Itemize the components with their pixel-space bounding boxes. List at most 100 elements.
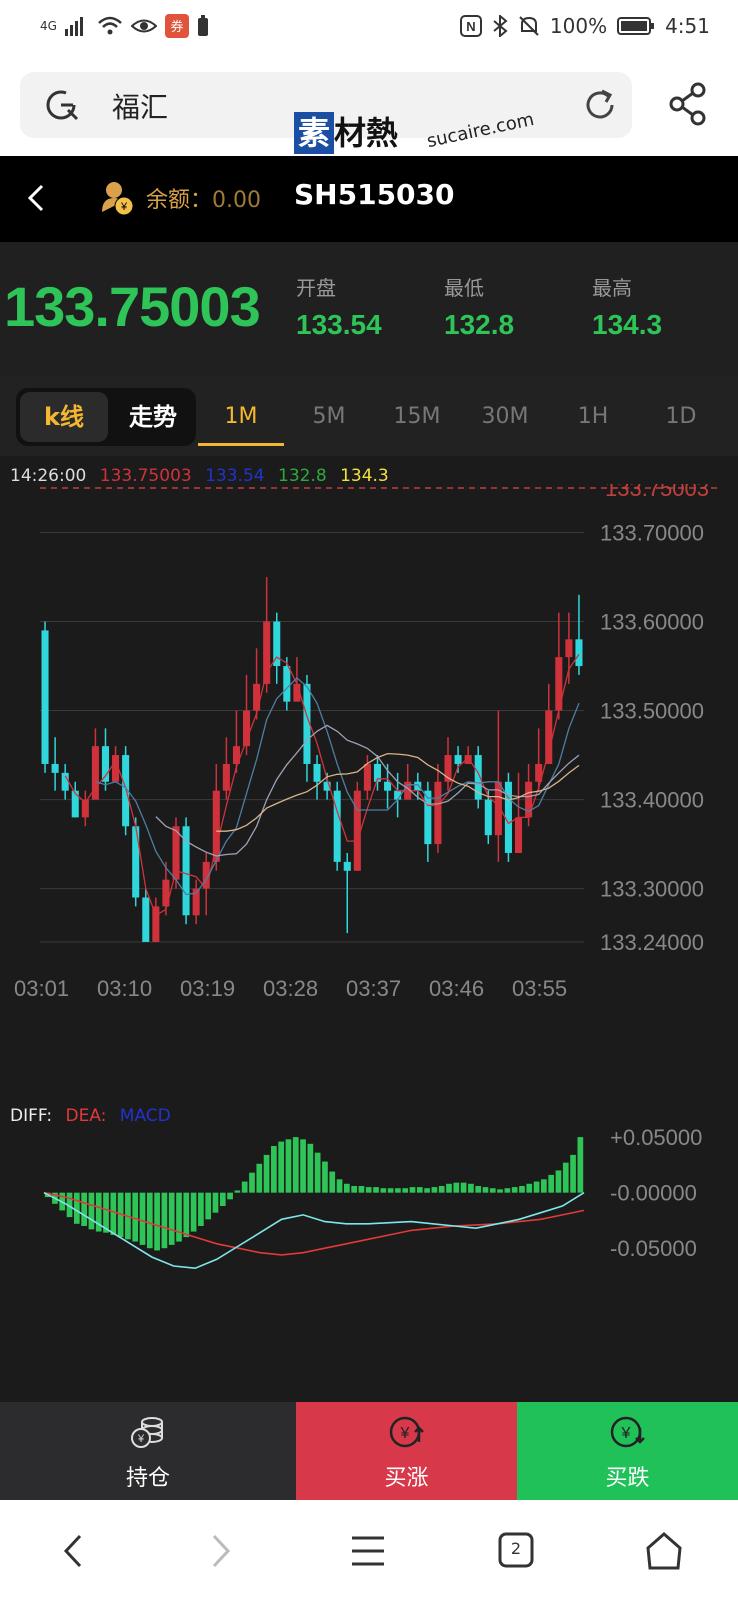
nav-forward-icon[interactable]: [198, 1530, 242, 1572]
macd-bar: [489, 1188, 496, 1193]
nfc-icon: N: [459, 15, 482, 37]
buy-up-button[interactable]: ¥ 买涨: [296, 1402, 517, 1500]
signal-icon: [64, 17, 83, 36]
macd-bar: [183, 1192, 190, 1238]
menu-icon[interactable]: [346, 1530, 390, 1572]
tab-1m[interactable]: 1M: [198, 388, 284, 446]
candle-body: [353, 790, 361, 871]
macd-bar: [577, 1137, 584, 1193]
candle-body: [152, 906, 160, 942]
macd-bar: [285, 1139, 292, 1193]
tab-1d[interactable]: 1D: [638, 388, 724, 446]
macd-bar: [176, 1192, 182, 1242]
candle-body: [142, 897, 150, 942]
macd-bar: [570, 1154, 576, 1193]
watermark-box: 素: [294, 112, 335, 154]
yen-down-icon: ¥: [610, 1416, 645, 1448]
chart-mode-toggle: k线 走势: [16, 388, 196, 446]
candle-body: [41, 630, 49, 764]
buy-down-button[interactable]: ¥ 买跌: [517, 1402, 738, 1500]
macd-bar: [402, 1188, 409, 1193]
macd-bar: [73, 1192, 80, 1224]
search-engine-icon: [46, 90, 79, 121]
macd-bar: [292, 1137, 299, 1193]
y-tick-label: 133.60000: [600, 610, 704, 635]
tabs-button[interactable]: 2: [494, 1530, 538, 1572]
legend-open: 133.54: [205, 466, 265, 486]
legend-last: 133.75003: [99, 466, 192, 486]
back-icon[interactable]: [22, 178, 52, 218]
x-tick-label: 03:10: [97, 976, 152, 1001]
macd-bar: [81, 1192, 87, 1226]
macd-bar: [453, 1182, 460, 1193]
macd-bar: [373, 1187, 379, 1193]
x-tick-label: 03:55: [512, 976, 567, 1001]
macd-bar: [336, 1179, 343, 1193]
candle-body: [514, 817, 523, 853]
wifi-icon: [98, 16, 122, 35]
balance-value: 0.00: [212, 188, 261, 213]
nav-back-icon[interactable]: [52, 1530, 96, 1572]
macd-bar: [139, 1192, 146, 1245]
header: ¥ 余额：0.00 SH515030: [0, 156, 738, 242]
address-text[interactable]: 福汇: [112, 86, 168, 126]
y-tick-label: 133.70000: [600, 521, 704, 546]
last-price-label: 133.75003: [605, 484, 709, 501]
macd-bar: [241, 1181, 248, 1193]
macd-bar: [351, 1186, 357, 1193]
tab-kline[interactable]: k线: [20, 392, 108, 442]
tab-1h[interactable]: 1H: [550, 388, 636, 446]
clock: 4:51: [665, 14, 710, 38]
macd-bar: [460, 1182, 467, 1193]
reload-icon[interactable]: [582, 87, 618, 123]
macd-legend: DIFF: DEA: MACD: [10, 1106, 179, 1126]
tab-30m[interactable]: 30M: [462, 388, 548, 446]
macd-bar: [446, 1183, 452, 1193]
candlestick-chart[interactable]: 133.70000 133.60000 133.50000 133.40000 133.…: [0, 484, 738, 1044]
macd-bar: [234, 1190, 241, 1193]
home-icon[interactable]: [642, 1530, 686, 1572]
browser-nav: 2: [0, 1500, 738, 1600]
buy-up-label: 买涨: [384, 1466, 429, 1491]
candle-body: [273, 621, 281, 667]
share-icon[interactable]: [668, 82, 708, 126]
x-tick-label: 03:37: [346, 976, 401, 1001]
hold-label: 持仓: [125, 1466, 170, 1491]
watermark: 素材熱 sucaire.com: [294, 108, 536, 154]
macd-bar: [146, 1192, 153, 1249]
tab-trend[interactable]: 走势: [114, 392, 192, 442]
low-label: 最低: [444, 276, 484, 300]
status-bar: 4G 券 N 100% 4:51: [0, 0, 738, 56]
candle-body: [343, 861, 351, 871]
candle-legend: 14:26:00 133.75003 133.54 132.8 134.3: [10, 466, 397, 486]
yen-up-icon: ¥: [389, 1416, 424, 1448]
y-tick-label: 133.40000: [600, 788, 704, 813]
macd-bar: [300, 1139, 306, 1193]
balance: 余额：0.00: [146, 182, 261, 214]
macd-bar: [438, 1186, 445, 1193]
chart-area[interactable]: 14:26:00 133.75003 133.54 132.8 134.3 13…: [0, 456, 738, 1402]
open-value: 133.54: [296, 309, 382, 340]
hold-button[interactable]: ¥ 持仓: [0, 1402, 296, 1500]
chart-tabs: k线 走势 1M 5M 15M 30M 1H 1D: [0, 376, 738, 456]
battery-small-icon: [197, 15, 208, 36]
macd-bar: [132, 1192, 139, 1242]
macd-chart[interactable]: +0.05000 -0.00000 -0.05000: [0, 1126, 738, 1326]
svg-text:N: N: [466, 19, 475, 34]
y-tick-label: 133.30000: [600, 877, 704, 902]
candle-body: [575, 639, 583, 667]
y-tick-label: 133.24000: [600, 930, 704, 955]
high-value: 134.3: [592, 309, 663, 340]
macd-bar: [256, 1163, 263, 1193]
candle-body: [313, 763, 321, 782]
quote-panel: 133.75003 开盘 133.54 最低 132.8 最高 134.3: [0, 242, 738, 376]
macd-bar: [387, 1188, 394, 1193]
tab-5m[interactable]: 5M: [286, 388, 372, 446]
macd-bar: [227, 1192, 233, 1200]
candle-body: [504, 781, 512, 853]
macd-bar: [424, 1188, 430, 1193]
buy-down-label: 买跌: [605, 1466, 650, 1491]
low-value: 132.8: [444, 309, 515, 340]
macd-bar: [541, 1179, 547, 1193]
tab-15m[interactable]: 15M: [374, 388, 460, 446]
